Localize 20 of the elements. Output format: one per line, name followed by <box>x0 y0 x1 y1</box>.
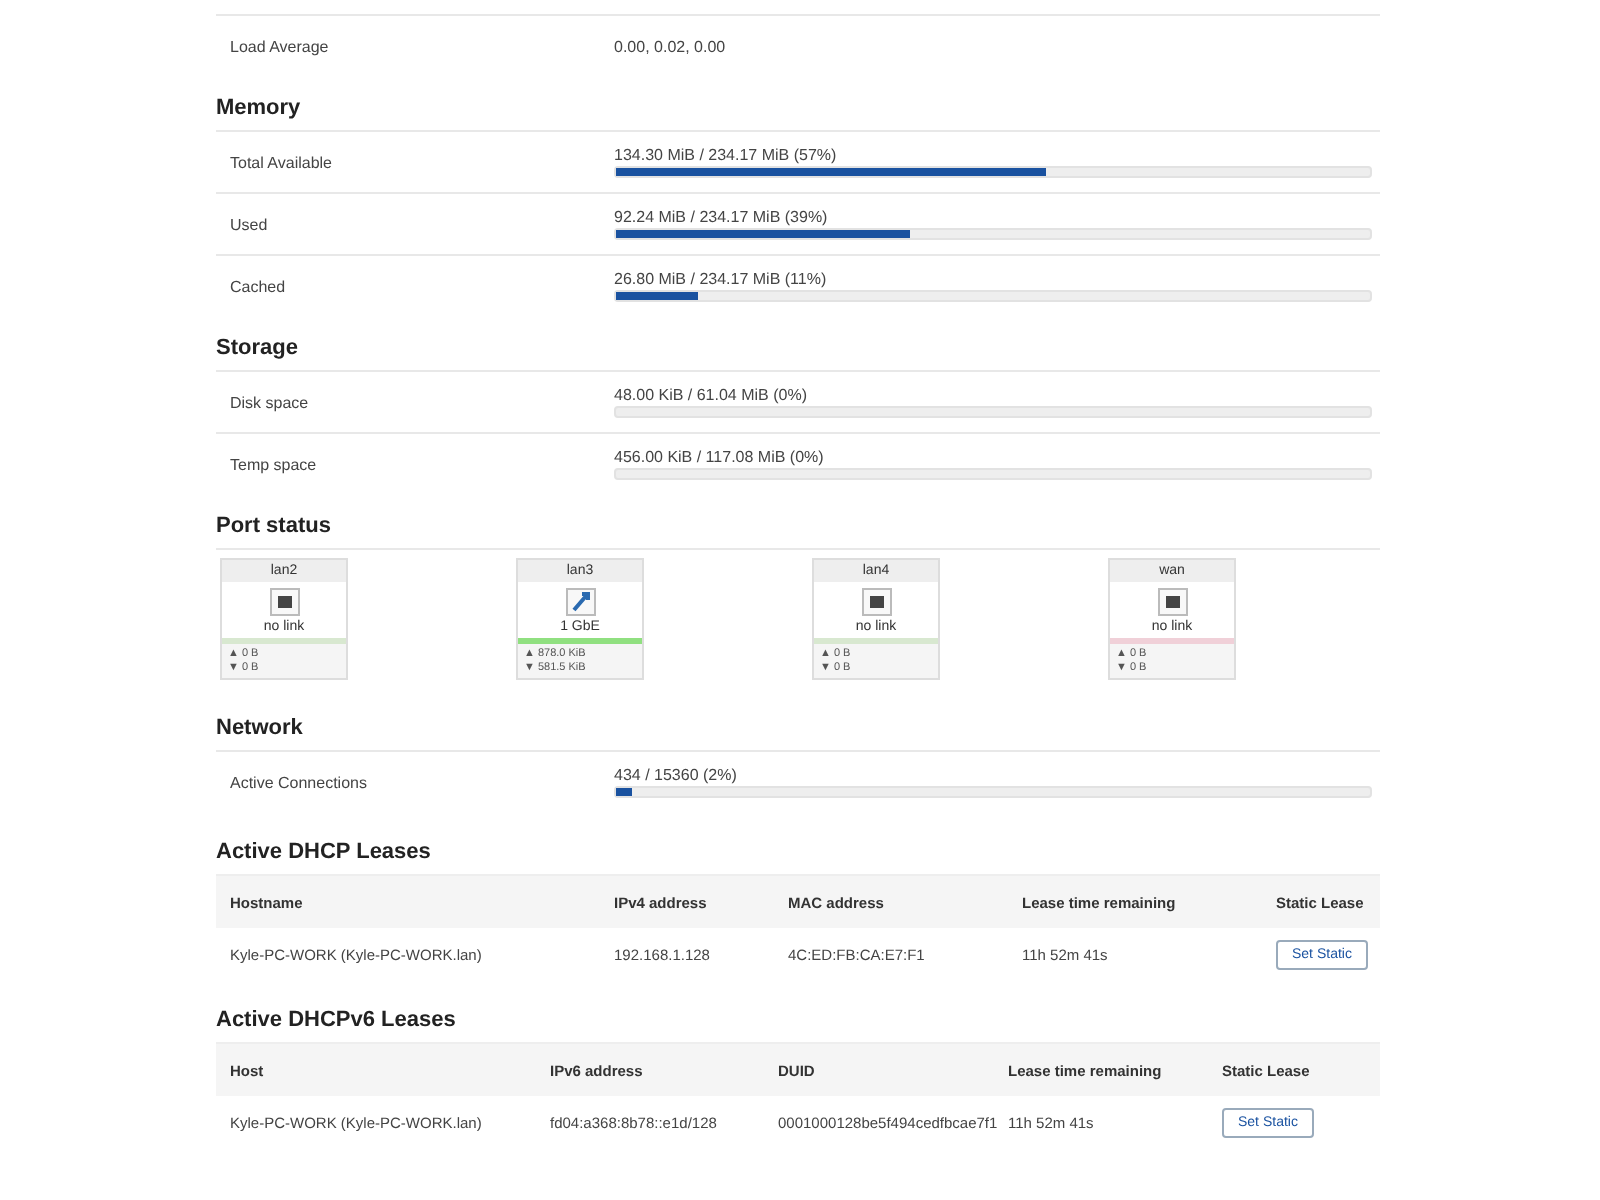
row-label: Cached <box>228 277 288 295</box>
row-label: Used <box>228 215 270 233</box>
section-heading: Network <box>216 714 305 744</box>
usage-reading: 92.24 MiB / 234.17 MiB (39%) <box>614 208 830 226</box>
section-heading: Active DHCP Leases <box>216 838 433 868</box>
section-heading: Memory <box>216 94 303 124</box>
section-heading: Port status <box>216 512 333 542</box>
section-heading: Active DHCPv6 Leases <box>216 1006 458 1036</box>
usage-reading: 48.00 KiB / 61.04 MiB (0%) <box>614 386 809 404</box>
row-label: Disk space <box>228 393 311 411</box>
usage-reading: 434 / 15360 (2%) <box>614 766 739 784</box>
usage-reading: 456.00 KiB / 117.08 MiB (0%) <box>614 448 826 466</box>
row-label: Load Average <box>228 37 331 55</box>
row-label: Temp space <box>228 455 319 473</box>
section-heading: Storage <box>216 334 300 364</box>
usage-reading: 26.80 MiB / 234.17 MiB (11%) <box>614 270 829 288</box>
row-label: Active Connections <box>228 773 369 791</box>
row-value: 0.00, 0.02, 0.00 <box>614 37 726 55</box>
usage-reading: 134.30 MiB / 234.17 MiB (57%) <box>614 146 839 164</box>
row-label: Total Available <box>228 153 334 171</box>
